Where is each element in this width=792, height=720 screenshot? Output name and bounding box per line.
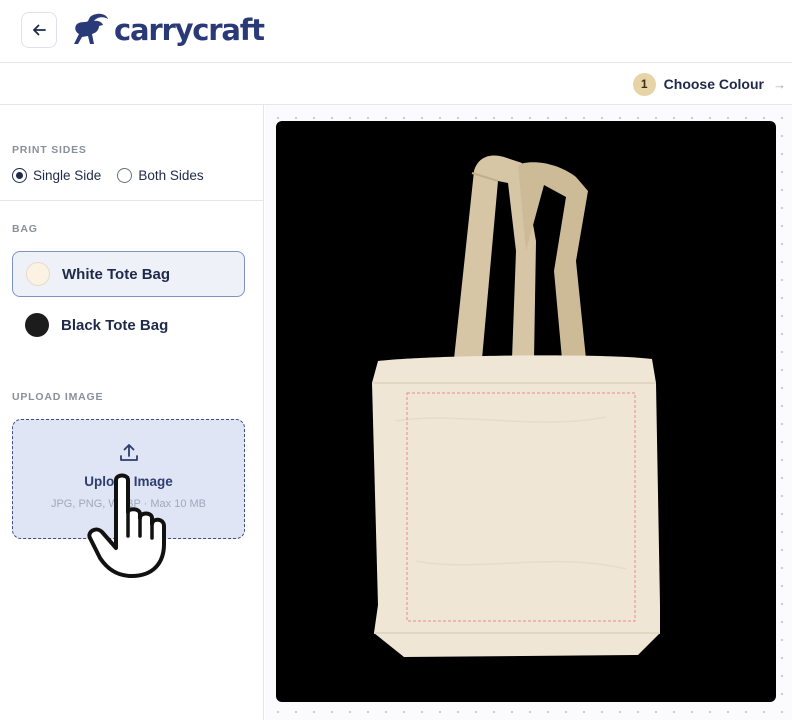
back-button[interactable] — [21, 12, 57, 48]
step-label: Choose Colour — [663, 76, 764, 92]
steps-bar: 1 Choose Colour → — [0, 63, 792, 105]
hand-pointer-cursor-icon — [87, 473, 166, 578]
ibex-logo-icon — [74, 13, 108, 44]
step-number-badge: 1 — [632, 72, 656, 96]
brand-name: carrycraft — [114, 13, 265, 47]
brand-logo[interactable]: carrycraft — [68, 11, 265, 51]
bag-option-black-tote[interactable]: Black Tote Bag — [12, 302, 245, 348]
radio-checked-icon[interactable] — [12, 168, 27, 183]
options-sidebar: PRINT SIDES Single Side Both Sides BAG W… — [0, 105, 264, 720]
bag-option-label: White Tote Bag — [62, 265, 171, 283]
print-sides-radio-group: Single Side Both Sides — [12, 168, 220, 183]
color-swatch-white — [26, 262, 50, 286]
radio-label: Both Sides — [138, 168, 204, 183]
design-canvas[interactable] — [265, 105, 792, 720]
bag-preview — [276, 121, 776, 702]
radio-unchecked-icon[interactable] — [117, 168, 133, 183]
bag-option-label: Black Tote Bag — [61, 316, 169, 334]
bag-option-white-tote[interactable]: White Tote Bag — [12, 251, 245, 297]
arrow-left-icon — [33, 24, 46, 36]
step-choose-colour[interactable]: 1 Choose Colour → — [632, 72, 786, 96]
radio-both-sides[interactable]: Both Sides — [117, 168, 204, 183]
upload-icon — [119, 444, 138, 461]
radio-single-side[interactable]: Single Side — [12, 168, 101, 183]
tote-bag-image — [372, 155, 660, 657]
upload-image-title: UPLOAD IMAGE — [12, 391, 104, 403]
radio-label: Single Side — [33, 168, 102, 183]
bag-title: BAG — [12, 223, 38, 235]
print-sides-title: PRINT SIDES — [12, 144, 87, 156]
section-divider — [0, 200, 263, 201]
color-swatch-black — [25, 313, 49, 337]
arrow-right-icon: → — [773, 76, 786, 92]
app-header: carrycraft — [0, 0, 792, 63]
